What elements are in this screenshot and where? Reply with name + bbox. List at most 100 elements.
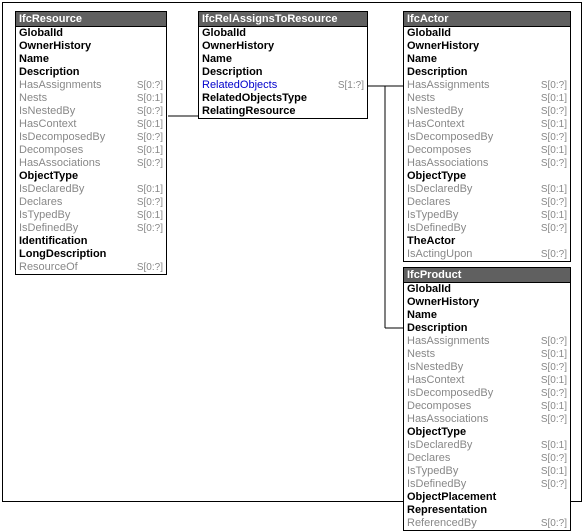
attribute-cardinality: S[0:1] [535,209,567,222]
attribute-row: HasAssociationsS[0:?] [16,157,166,170]
attribute-name: IsTypedBy [19,209,70,222]
attribute-row: Representation [404,504,570,517]
attribute-row: GlobalId [199,27,367,40]
attribute-cardinality: S[0:1] [131,183,163,196]
attribute-cardinality: S[0:?] [535,361,567,374]
attribute-name: Declares [407,452,450,465]
attribute-name: HasContext [407,118,464,131]
attribute-name: TheActor [407,235,455,248]
attribute-name: Declares [407,196,450,209]
attribute-name: IsDefinedBy [407,222,466,235]
attribute-row: ObjectType [16,170,166,183]
attribute-cardinality: S[0:?] [535,413,567,426]
attribute-row: IsDefinedBy S[0:?] [404,478,570,491]
attribute-cardinality: S[0:?] [535,222,567,235]
attribute-row: LongDescription [16,248,166,261]
attribute-row: DeclaresS[0:?] [404,452,570,465]
attribute-row: HasAssignmentsS[0:?] [16,79,166,92]
attribute-cardinality: S[0:?] [131,196,163,209]
attribute-cardinality: S[0:?] [535,478,567,491]
attribute-name: ReferencedBy [407,517,477,530]
attribute-row: OwnerHistory [404,296,570,309]
attribute-name: IsDecomposedBy [407,131,493,144]
attribute-name: Declares [19,196,62,209]
attribute-row: IsTypedByS[0:1] [404,465,570,478]
attribute-name: OwnerHistory [407,296,479,309]
attribute-row: IsActingUponS[0:?] [404,248,570,261]
entity-attrs: GlobalIdOwnerHistoryNameDescriptionHasAs… [404,283,570,530]
entity-attrs: GlobalIdOwnerHistoryNameDescriptionHasAs… [16,27,166,274]
attribute-cardinality: S[0:?] [535,79,567,92]
attribute-cardinality: S[0:1] [535,183,567,196]
attribute-cardinality: S[0:1] [535,348,567,361]
attribute-cardinality: S[0:?] [535,131,567,144]
attribute-row: IsTypedBy S[0:1] [16,209,166,222]
attribute-row: Name [199,53,367,66]
attribute-name: IsNestedBy [19,105,75,118]
attribute-name: Description [407,66,468,79]
attribute-cardinality: S[0:1] [535,439,567,452]
attribute-row: OwnerHistory [199,40,367,53]
attribute-cardinality: S[0:?] [535,248,567,261]
attribute-name: IsDecomposedBy [19,131,105,144]
attribute-name: Identification [19,235,87,248]
entity-header: IfcProduct [404,268,570,283]
attribute-row: NestsS[0:1] [404,348,570,361]
attribute-row: IsTypedBy S[0:1] [404,209,570,222]
attribute-row: Description [199,66,367,79]
attribute-name: Representation [407,504,487,517]
attribute-name: IsDefinedBy [19,222,78,235]
attribute-name: IsDefinedBy [407,478,466,491]
attribute-row: DecomposesS[0:1] [16,144,166,157]
attribute-cardinality: S[0:1] [535,144,567,157]
attribute-name: Decomposes [407,144,471,157]
attribute-row: ReferencedBy S[0:?] [404,517,570,530]
entity-ifc-rel-assigns-to-resource: IfcRelAssignsToResource GlobalIdOwnerHis… [198,11,368,119]
attribute-cardinality: S[0:?] [535,517,567,530]
attribute-row: ObjectPlacement [404,491,570,504]
attribute-row: ObjectType [404,426,570,439]
attribute-cardinality: S[0:1] [131,118,163,131]
attribute-cardinality: S[0:?] [131,261,163,274]
entity-attrs: GlobalIdOwnerHistoryNameDescriptionRelat… [199,27,367,118]
attribute-row: Name [404,53,570,66]
attribute-row: TheActor [404,235,570,248]
attribute-row: DecomposesS[0:1] [404,400,570,413]
attribute-cardinality: S[0:?] [535,196,567,209]
entity-ifc-product: IfcProduct GlobalIdOwnerHistoryNameDescr… [403,267,571,531]
attribute-row: IsNestedBy S[0:?] [16,105,166,118]
attribute-row: IsDeclaredByS[0:1] [16,183,166,196]
attribute-cardinality: S[1:?] [332,79,364,92]
attribute-cardinality: S[0:1] [131,209,163,222]
attribute-name: IsTypedBy [407,209,458,222]
attribute-row: RelatedObjectsType [199,92,367,105]
attribute-name: ObjectType [407,170,466,183]
attribute-row: Declares S[0:?] [16,196,166,209]
attribute-cardinality: S[0:1] [535,465,567,478]
attribute-cardinality: S[0:?] [535,335,567,348]
attribute-name: Description [202,66,263,79]
attribute-row: Nests S[0:1] [404,92,570,105]
attribute-row: IsNestedByS[0:?] [404,361,570,374]
attribute-name: HasAssignments [407,335,490,348]
attribute-name: GlobalId [19,27,63,40]
attribute-row: Name [16,53,166,66]
attribute-row: IsDefinedBy S[0:?] [16,222,166,235]
attribute-row: IsDeclaredByS[0:1] [404,439,570,452]
attribute-cardinality: S[0:?] [535,387,567,400]
attribute-cardinality: S[0:?] [131,222,163,235]
attribute-name: GlobalId [407,283,451,296]
attribute-row: HasAssociationsS[0:?] [404,413,570,426]
attribute-row: HasAssignments S[0:?] [404,335,570,348]
attribute-name: HasAssociations [407,157,488,170]
attribute-cardinality: S[0:1] [535,92,567,105]
attribute-name: Nests [407,92,435,105]
attribute-row: GlobalId [16,27,166,40]
attribute-name: Name [407,53,437,66]
attribute-name: RelatedObjects [202,79,277,92]
attribute-cardinality: S[0:?] [131,105,163,118]
entity-header: IfcActor [404,12,570,27]
attribute-row: Description [404,66,570,79]
attribute-row: Declares S[0:?] [404,196,570,209]
attribute-row: Decomposes S[0:1] [404,144,570,157]
